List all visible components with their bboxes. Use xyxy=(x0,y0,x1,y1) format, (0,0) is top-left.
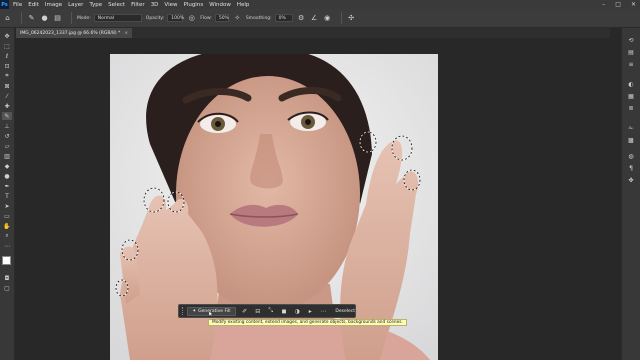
drag-handle[interactable] xyxy=(182,307,184,315)
crop-tool-icon[interactable]: ⌗ xyxy=(2,72,12,80)
menu-image[interactable]: Image xyxy=(45,2,62,8)
frame-tool-icon[interactable]: ⊠ xyxy=(2,82,12,90)
brush-size-icon[interactable]: ● xyxy=(40,14,49,23)
mouse-cursor-icon xyxy=(209,311,213,316)
marquee-tool-icon[interactable]: ⬚ xyxy=(2,42,12,50)
maximize-icon[interactable]: □ xyxy=(615,1,621,8)
learn-panel-icon[interactable]: ◍ xyxy=(626,152,636,161)
adjustment-layer-icon[interactable]: ◑ xyxy=(294,307,300,316)
brush-settings-icon[interactable]: ▤ xyxy=(53,14,62,23)
brush-tool-icon[interactable]: ✎ xyxy=(2,112,12,120)
opacity-field[interactable]: 100% xyxy=(167,14,184,22)
gradient-tool-icon[interactable]: ▥ xyxy=(2,152,12,160)
foreground-color-swatch[interactable] xyxy=(2,256,11,265)
clone-stamp-icon[interactable]: ⊥ xyxy=(2,122,12,130)
menu-bar: Ps File Edit Image Layer Type Select Fil… xyxy=(0,0,640,9)
history-panel-icon[interactable]: ⟲ xyxy=(626,36,636,45)
contextual-task-bar: ✦ Generative Fill ✐ ⊟ ⤡ ◼ ◑ ▸ ⋯ Deselect xyxy=(178,304,356,318)
more-options-icon[interactable]: ⋯ xyxy=(320,307,326,316)
type-tool-icon[interactable]: T xyxy=(2,192,12,200)
brushes-panel-icon[interactable]: ✤ xyxy=(626,176,636,185)
transform-selection-icon[interactable]: ⤡ xyxy=(268,307,274,316)
menu-select[interactable]: Select xyxy=(108,2,125,8)
menu-layer[interactable]: Layer xyxy=(68,2,83,8)
screen-mode-icon[interactable]: ▢ xyxy=(2,284,12,292)
layers-panel-icon[interactable]: ▤ xyxy=(626,48,636,57)
adjustments-panel-icon[interactable]: ◐ xyxy=(626,80,636,89)
minimize-icon[interactable]: – xyxy=(602,1,605,8)
quick-mask-icon[interactable]: ◘ xyxy=(2,274,12,282)
select-subject-icon[interactable]: ⊟ xyxy=(255,307,261,316)
document-tab-title: IMG_06242023_1337.jpg @ 66.6% (RGB/8) * xyxy=(20,30,121,36)
panel-dock: ⟲ ▤ ≡ ◐ ▦ ≣ ✁ ▩ ◍ ¶ ✤ xyxy=(621,28,640,360)
generative-fill-tooltip: Modify existing content, extend images, … xyxy=(208,319,407,326)
smoothing-settings-icon[interactable]: ⚙ xyxy=(297,14,306,23)
history-brush-icon[interactable]: ↺ xyxy=(2,132,12,140)
paths-panel-icon[interactable]: ✁ xyxy=(626,124,636,133)
pressure-opacity-icon[interactable]: ◎ xyxy=(187,14,196,23)
options-bar: ⌂ ✎ ● ▤ Mode: Normal Opacity: 100% ◎ Flo… xyxy=(0,9,640,28)
close-icon[interactable]: ✕ xyxy=(631,1,636,8)
properties-panel-icon[interactable]: ≡ xyxy=(626,60,636,69)
menu-window[interactable]: Window xyxy=(209,2,231,8)
mode-label: Mode: xyxy=(77,15,91,21)
airbrush-icon[interactable]: ✧ xyxy=(233,14,242,23)
mask-icon[interactable]: ◼ xyxy=(281,307,287,316)
object-select-tool-icon[interactable]: ⊡ xyxy=(2,62,12,70)
mode-select[interactable]: Normal xyxy=(93,14,142,22)
brush-tool-icon[interactable]: ✎ xyxy=(27,14,36,23)
divider xyxy=(21,12,22,24)
smoothing-field[interactable]: 0% xyxy=(274,14,293,22)
menu-help[interactable]: Help xyxy=(237,2,250,8)
more-tools-icon[interactable]: ⋯ xyxy=(2,242,12,250)
close-tab-icon[interactable]: × xyxy=(124,31,128,36)
angle-icon[interactable]: ∠ xyxy=(310,14,319,23)
libraries-panel-icon[interactable]: ▦ xyxy=(626,92,636,101)
glyphs-panel-icon[interactable]: ¶ xyxy=(626,164,636,173)
rectangle-tool-icon[interactable]: ▭ xyxy=(2,212,12,220)
sparkle-icon: ✦ xyxy=(192,308,197,314)
menu-edit[interactable]: Edit xyxy=(28,2,39,8)
blur-tool-icon[interactable]: ◆ xyxy=(2,162,12,170)
zoom-tool-icon[interactable]: ⌕ xyxy=(2,232,12,240)
pen-tool-icon[interactable]: ✒ xyxy=(2,182,12,190)
hand-tool-icon[interactable]: ✋ xyxy=(2,222,12,230)
document-tab-bar: IMG_06242023_1337.jpg @ 66.6% (RGB/8) * … xyxy=(16,28,610,38)
menu-filter[interactable]: Filter xyxy=(131,2,145,8)
lasso-tool-icon[interactable]: ℓ xyxy=(2,52,12,60)
path-selection-icon[interactable]: ➤ xyxy=(2,202,12,210)
healing-brush-icon[interactable]: ✚ xyxy=(2,102,12,110)
smoothing-label: Smoothing: xyxy=(245,15,272,21)
fill-icon[interactable]: ▸ xyxy=(307,307,313,316)
document-tab[interactable]: IMG_06242023_1337.jpg @ 66.6% (RGB/8) * … xyxy=(16,28,133,38)
home-icon[interactable]: ⌂ xyxy=(3,14,12,23)
menu-3d[interactable]: 3D xyxy=(151,2,159,8)
deselect-button[interactable]: Deselect xyxy=(335,309,355,314)
menu-view[interactable]: View xyxy=(164,2,177,8)
tools-panel: ✥ ⬚ ℓ ⊡ ⌗ ⊠ ⁄ ✚ ✎ ⊥ ↺ ▱ ▥ ◆ ● ✒ T ➤ ▭ ✋ … xyxy=(0,28,15,360)
dodge-tool-icon[interactable]: ● xyxy=(2,172,12,180)
pressure-size-icon[interactable]: ◉ xyxy=(323,14,332,23)
eyedropper-tool-icon[interactable]: ⁄ xyxy=(2,92,12,100)
modify-selection-icon[interactable]: ✐ xyxy=(242,307,248,316)
divider xyxy=(340,12,342,24)
flow-field[interactable]: 50% xyxy=(214,14,229,22)
flow-label: Flow: xyxy=(200,15,212,21)
swatches-panel-icon[interactable]: ▩ xyxy=(626,136,636,145)
eraser-tool-icon[interactable]: ▱ xyxy=(2,142,12,150)
channels-panel-icon[interactable]: ≣ xyxy=(626,104,636,113)
menu-file[interactable]: File xyxy=(13,2,22,8)
divider xyxy=(71,12,72,24)
window-controls: – □ ✕ xyxy=(602,1,636,8)
move-tool-icon[interactable]: ✥ xyxy=(2,32,12,40)
menu-plugins[interactable]: Plugins xyxy=(183,2,203,8)
generative-fill-label: Generative Fill xyxy=(198,308,231,314)
menu-type[interactable]: Type xyxy=(89,2,102,8)
opacity-label: Opacity: xyxy=(145,15,165,21)
symmetry-icon[interactable]: ✣ xyxy=(347,14,356,23)
photoshop-logo: Ps xyxy=(0,0,9,9)
